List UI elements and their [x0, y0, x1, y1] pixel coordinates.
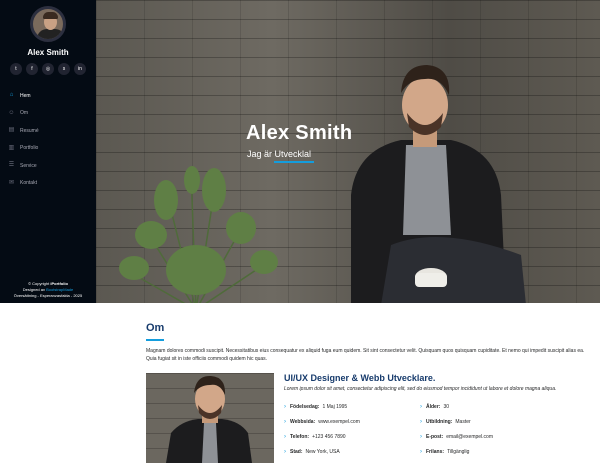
- fact-label: Telefon:: [290, 434, 310, 440]
- nav-item-service[interactable]: ☰ Service: [8, 157, 96, 175]
- fact-phone: › Telefon: +123 456 7890: [284, 434, 346, 440]
- book-icon: ▥: [8, 144, 15, 151]
- fact-birthday: › Födelsedag: 1 Maj 1995: [284, 404, 347, 410]
- chevron-right-icon: ›: [420, 404, 422, 410]
- nav-item-label: Portfolio: [20, 145, 39, 152]
- fact-label: Webbsida:: [290, 419, 316, 425]
- home-icon: ⌂: [9, 92, 14, 99]
- fact-value: Tillgänglig: [447, 449, 470, 455]
- chevron-right-icon: ›: [284, 434, 286, 440]
- plant-image: [119, 166, 278, 303]
- fact-value: 1 Maj 1995: [322, 404, 348, 410]
- server-icon: ☰: [8, 162, 15, 169]
- hero-subtitle: Jag är Utvecklal: [247, 149, 312, 159]
- fact-education: › Utbildning: Master: [420, 419, 471, 425]
- fact-value: www.exempel.com: [318, 419, 360, 425]
- translation-credit: Översättning - Esperanzasfaktа - 2025: [13, 293, 83, 298]
- linkedin-icon[interactable]: in: [74, 63, 86, 75]
- brand-name: iPortfolio: [50, 281, 68, 286]
- nav-item-label: Om: [20, 110, 29, 117]
- about-intro: Magnam dolores commodi suscipit. Necessi…: [146, 348, 585, 362]
- chevron-right-icon: ›: [420, 419, 422, 425]
- fact-label: Ålder:: [426, 404, 441, 410]
- section-title-underline: [146, 339, 164, 341]
- copyright-text: © Copyright: [28, 281, 51, 286]
- sidebar-footer: © Copyright iPortfolio Designed av Boots…: [0, 281, 96, 299]
- document-icon: ▤: [8, 127, 15, 134]
- fact-age: › Ålder: 30: [420, 404, 449, 410]
- fact-label: Stad:: [290, 449, 303, 455]
- fact-email: › E-post: email@exempel.com: [420, 434, 493, 440]
- role-description: Lorem ipsum dolor sit amet, consectetur …: [284, 386, 557, 392]
- chevron-right-icon: ›: [420, 449, 422, 455]
- fact-label: Födelsedag:: [290, 404, 320, 410]
- nav-item-hem[interactable]: ⌂ Hem: [8, 87, 96, 105]
- nav-item-portfolio[interactable]: ▥ Portfolio: [8, 140, 96, 158]
- fact-label: E-post:: [426, 434, 444, 440]
- sidebar-nav: ⌂ Hem ☺ Om ▤ Resumé ▥ Portfolio ☰ Servic…: [0, 87, 96, 192]
- typed-cursor-underline: [274, 161, 314, 163]
- fact-value: +123 456 7890: [312, 434, 346, 440]
- fact-value: Master: [455, 419, 471, 425]
- person-icon: ☺: [8, 109, 15, 116]
- skype-icon[interactable]: s: [58, 63, 70, 75]
- sidebar: Alex Smith t f ◎ s in ⌂ Hem ☺ Om ▤ Resum…: [0, 0, 96, 303]
- nav-item-label: Resumé: [20, 127, 39, 134]
- person-photo: [351, 65, 526, 303]
- fact-freelance: › Frilans: Tillgänglig: [420, 449, 469, 455]
- nav-item-om[interactable]: ☺ Om: [8, 105, 96, 123]
- fact-label: Frilans:: [426, 449, 445, 455]
- designed-by-text: Designed av: [22, 287, 47, 292]
- avatar: [30, 6, 66, 42]
- facebook-icon[interactable]: f: [26, 63, 38, 75]
- chevron-right-icon: ›: [284, 419, 286, 425]
- hero-section: Alex Smith Jag är Utvecklal: [96, 0, 600, 303]
- nav-item-label: Service: [20, 162, 37, 169]
- twitter-icon[interactable]: t: [10, 63, 22, 75]
- hero-title: Alex Smith: [246, 122, 353, 144]
- chevron-right-icon: ›: [284, 449, 286, 455]
- chevron-right-icon: ›: [284, 404, 286, 410]
- nav-item-resume[interactable]: ▤ Resumé: [8, 122, 96, 140]
- fact-value: email@exempel.com: [446, 434, 493, 440]
- instagram-icon[interactable]: ◎: [42, 63, 54, 75]
- designer-link[interactable]: BootstrapMade: [46, 287, 73, 292]
- fact-value: New York, USA: [305, 449, 340, 455]
- fact-website: › Webbsida: www.exempel.com: [284, 419, 360, 425]
- social-links: t f ◎ s in: [0, 63, 96, 75]
- envelope-icon: ✉: [8, 179, 15, 186]
- role-title: UI/UX Designer & Webb Utvecklare.: [284, 373, 436, 383]
- section-title-om: Om: [146, 322, 165, 334]
- nav-item-label: Hem: [20, 92, 31, 99]
- chevron-right-icon: ›: [420, 434, 422, 440]
- fact-value: 30: [443, 404, 450, 410]
- profile-name[interactable]: Alex Smith: [0, 48, 96, 57]
- about-photo: [146, 373, 274, 463]
- fact-label: Utbildning:: [426, 419, 453, 425]
- nav-item-label: Kontakt: [20, 180, 37, 187]
- nav-item-kontakt[interactable]: ✉ Kontakt: [8, 175, 96, 193]
- fact-city: › Stad: New York, USA: [284, 449, 340, 455]
